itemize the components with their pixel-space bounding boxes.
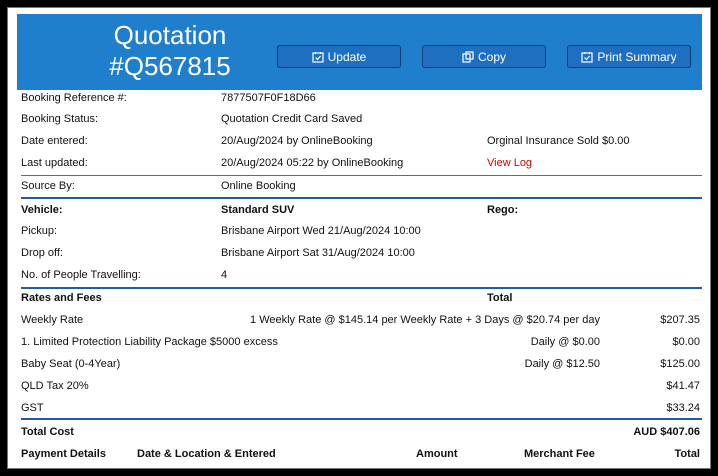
booking-reference-row: Booking Reference #: 7877507F0F18D66 [21,88,702,110]
rate-total: $41.47 [666,380,700,392]
calendar-check-icon [581,51,593,63]
booking-status-value: Quotation Credit Card Saved [221,113,363,125]
last-updated-value: 20/Aug/2024 05:22 by OnlineBooking [221,157,404,169]
quotation-panel: Quotation #Q567815 Update Copy Print Sum… [7,7,711,469]
dropoff-label: Drop off: [21,247,63,259]
calendar-check-icon [312,51,324,63]
quotation-number: #Q567815 [109,51,231,81]
update-button[interactable]: Update [277,45,401,68]
rates-total-heading: Total [487,292,513,304]
view-log-link[interactable]: View Log [487,157,532,169]
title-line-1: Quotation [113,20,227,50]
rate-detail: Daily @ $12.50 [524,358,600,370]
vehicle-label: Vehicle: [21,204,63,216]
rate-total: $0.00 [672,336,700,348]
print-summary-button[interactable]: Print Summary [567,45,691,68]
rate-row: Baby Seat (0-4Year) Daily @ $12.50 $125.… [21,354,702,376]
date-location-header: Date & Location & Entered [137,448,276,460]
divider [21,197,702,199]
rate-row: QLD Tax 20% $41.47 [21,376,702,398]
copy-button[interactable]: Copy [422,45,546,68]
rate-row: Weekly Rate 1 Weekly Rate @ $145.14 per … [21,310,702,332]
rate-name: 1. Limited Protection Liability Package … [21,336,278,348]
payment-header-row: Payment Details Date & Location & Entere… [21,444,702,466]
rate-name: Weekly Rate [21,314,84,326]
vehicle-row: Vehicle: Standard SUV Rego: [21,200,702,222]
rego-label: Rego: [487,204,519,216]
booking-status-row: Booking Status: Quotation Credit Card Sa… [21,109,702,131]
total-cost-value: AUD $407.06 [633,426,700,438]
rate-row: GST $33.24 [21,398,702,420]
rate-name: GST [21,402,44,414]
total-cost-row: Total Cost AUD $407.06 [21,422,702,444]
booking-reference-value: 7877507F0F18D66 [221,92,316,104]
rate-total: $33.24 [666,402,700,414]
booking-reference-label: Booking Reference #: [21,92,127,104]
total-cost-label: Total Cost [21,426,74,438]
rate-detail: Daily @ $0.00 [530,336,600,348]
date-entered-row: Date entered: 20/Aug/2024 by OnlineBooki… [21,131,702,153]
print-summary-label: Print Summary [597,49,677,64]
rate-detail: 1 Weekly Rate @ $145.14 per Weekly Rate … [250,314,600,326]
date-entered-value: 20/Aug/2024 by OnlineBooking [221,135,373,147]
people-row: No. of People Travelling: 4 [21,265,702,287]
rate-row: 1. Limited Protection Liability Package … [21,332,702,354]
copy-button-label: Copy [477,49,506,64]
rates-header-row: Rates and Fees Total [21,288,702,310]
amount-header: Amount [416,448,458,460]
rate-total: $125.00 [660,358,700,370]
pickup-row: Pickup: Brisbane Airport Wed 21/Aug/2024… [21,221,702,243]
source-by-value: Online Booking [221,180,296,192]
rate-total: $207.35 [660,314,700,326]
page-title: Quotation #Q567815 [75,20,265,82]
insurance-sold-text: Orginal Insurance Sold $0.00 [487,135,630,147]
payment-details-header: Payment Details [21,448,106,460]
rates-heading: Rates and Fees [21,292,102,304]
last-updated-row: Last updated: 20/Aug/2024 05:22 by Onlin… [21,153,702,175]
update-button-label: Update [327,49,367,64]
people-label: No. of People Travelling: [21,269,141,281]
divider [21,418,702,420]
pickup-label: Pickup: [21,225,58,237]
rate-name: QLD Tax 20% [21,380,89,392]
pickup-value: Brisbane Airport Wed 21/Aug/2024 10:00 [221,225,421,237]
people-value: 4 [221,269,228,281]
source-by-label: Source By: [21,180,75,192]
vehicle-value: Standard SUV [221,204,295,216]
last-updated-label: Last updated: [21,157,88,169]
copy-icon [462,50,474,63]
booking-status-label: Booking Status: [21,113,99,125]
rate-name: Baby Seat (0-4Year) [21,358,121,370]
quotation-header: Quotation #Q567815 Update Copy Print Sum… [17,14,702,90]
dropoff-row: Drop off: Brisbane Airport Sat 31/Aug/20… [21,243,702,265]
dropoff-value: Brisbane Airport Sat 31/Aug/2024 10:00 [221,247,415,259]
date-entered-label: Date entered: [21,135,88,147]
merchant-fee-header: Merchant Fee [524,448,595,460]
source-by-row: Source By: Online Booking [21,176,702,198]
payment-total-header: Total [674,448,700,460]
